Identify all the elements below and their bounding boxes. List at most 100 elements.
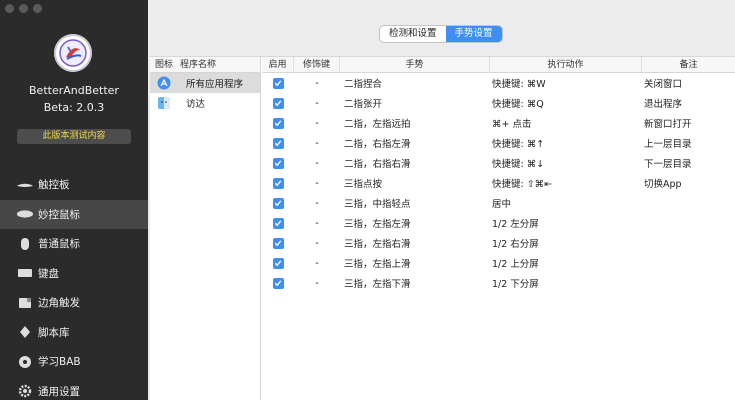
gesture-cell: 三指点按 (344, 179, 383, 190)
action-cell: 1/2 右分屏 (492, 239, 539, 250)
app-list-item[interactable]: 访达 (150, 93, 260, 113)
action-cell: 快捷键: ⌘↑ (492, 139, 545, 150)
table-row: - 二指，右指左滑 快捷键: ⌘↑ 上一层目录 (262, 133, 735, 153)
app-version: Beta: 2.0.3 (43, 101, 105, 114)
note-cell: 退出程序 (644, 99, 683, 110)
checkmark-icon (274, 220, 282, 227)
enabled-checkbox[interactable] (272, 157, 284, 169)
enabled-checkbox[interactable] (272, 237, 284, 249)
close-window-button[interactable] (5, 4, 14, 13)
sidebar-item-1[interactable]: 妙控鼠标 (0, 199, 148, 229)
gesture-cell: 二指张开 (344, 99, 383, 110)
gesture-cell: 三指，左指下滑 (344, 279, 411, 290)
sidebar: BetterAndBetter Beta: 2.0.3 此版本测试内容 触控板妙… (0, 0, 148, 400)
checkmark-icon (274, 80, 282, 87)
sidebar-item-0[interactable]: 触控板 (0, 170, 148, 200)
sidebar-item-label: 通用设置 (38, 385, 80, 398)
enabled-cell (262, 217, 294, 229)
modifier-cell: - (315, 217, 319, 229)
enabled-checkbox[interactable] (272, 217, 284, 229)
gear-icon (16, 384, 34, 398)
enabled-checkbox[interactable] (272, 197, 284, 209)
enabled-cell (262, 77, 294, 89)
table-row: - 三指，左指下滑 1/2 下分屏 (262, 273, 735, 293)
gesture-cell: 三指，左指右滑 (344, 239, 411, 250)
gesture-cell: 三指，左指上滑 (344, 259, 411, 270)
modifier-cell: - (315, 197, 319, 209)
checkmark-icon (274, 280, 282, 287)
enabled-cell (262, 177, 294, 189)
enabled-checkbox[interactable] (272, 277, 284, 289)
modifier-cell: - (315, 237, 319, 249)
header-modifier: 修饰键 (294, 57, 340, 72)
note-cell: 切换App (644, 179, 682, 190)
modifier-cell: - (315, 157, 319, 169)
modifier-cell: - (315, 257, 319, 269)
tab-1[interactable]: 手势设置 (445, 26, 502, 42)
tab-bar: 检测和设置 手势设置 (380, 26, 502, 42)
modifier-cell: - (315, 177, 319, 189)
table-row: - 二指，左指远拍 ⌘+ 点击 新窗口打开 (262, 113, 735, 133)
sidebar-item-7[interactable]: 通用设置 (0, 377, 148, 400)
sidebar-item-label: 学习BAB (38, 356, 81, 369)
enabled-checkbox[interactable] (272, 117, 284, 129)
table-row: - 三指点按 快捷键: ⇧⌘⇤ 切换App (262, 173, 735, 193)
enabled-checkbox[interactable] (272, 97, 284, 109)
sidebar-item-6[interactable]: 学习BAB (0, 347, 148, 377)
modifier-cell: - (315, 77, 319, 89)
note-cell: 下一层目录 (644, 159, 692, 170)
minimize-window-button[interactable] (19, 4, 28, 13)
modifier-cell: - (315, 277, 319, 289)
tab-0[interactable]: 检测和设置 (380, 26, 446, 42)
table-row: - 三指，左指上滑 1/2 上分屏 (262, 253, 735, 273)
checkmark-icon (274, 240, 282, 247)
enabled-checkbox[interactable] (272, 257, 284, 269)
action-cell: 快捷键: ⌘↓ (492, 159, 545, 170)
sidebar-item-label: 触控板 (38, 179, 70, 192)
note-cell: 关闭窗口 (644, 79, 683, 90)
app-name: BetterAndBetter (29, 84, 119, 97)
enabled-cell (262, 277, 294, 289)
sidebar-item-label: 脚本库 (38, 326, 70, 339)
app-list-item[interactable]: 所有应用程序 (150, 73, 260, 93)
action-cell: 1/2 左分屏 (492, 219, 539, 230)
corner-icon (16, 296, 34, 310)
table-row: - 二指，右指右滑 快捷键: ⌘↓ 下一层目录 (262, 153, 735, 173)
gesture-cell: 二指捏合 (344, 79, 383, 90)
app-logo-icon (54, 34, 92, 72)
action-cell: 1/2 上分屏 (492, 259, 539, 270)
beta-content-button[interactable]: 此版本测试内容 (17, 129, 131, 144)
finder-icon (150, 96, 178, 110)
modifier-cell: - (315, 97, 319, 109)
gesture-cell: 三指，中指轻点 (344, 199, 411, 210)
main-area: 检测和设置 手势设置 图标 程序名称 所有应用程序 访达 启用 修饰键 手势 执行动… (148, 0, 735, 400)
table-row: - 三指，中指轻点 居中 (262, 193, 735, 213)
header-note: 备注 (679, 60, 698, 70)
sidebar-item-3[interactable]: 键盘 (0, 259, 148, 289)
sidebar-item-4[interactable]: 边角触发 (0, 288, 148, 318)
enabled-cell (262, 157, 294, 169)
enabled-cell (262, 137, 294, 149)
zoom-window-button[interactable] (33, 4, 42, 13)
window-controls (5, 4, 42, 13)
note-cell: 上一层目录 (644, 139, 692, 150)
enabled-checkbox[interactable] (272, 137, 284, 149)
sidebar-item-2[interactable]: 普通鼠标 (0, 229, 148, 259)
enabled-cell (262, 257, 294, 269)
gesture-cell: 二指，左指远拍 (344, 119, 411, 130)
table-row: - 二指张开 快捷键: ⌘Q 退出程序 (262, 93, 735, 113)
enabled-checkbox[interactable] (272, 77, 284, 89)
gesture-table-header: 启用 修饰键 手势 执行动作 备注 (262, 57, 735, 73)
action-cell: ⌘+ 点击 (492, 119, 532, 130)
keyboard-icon (16, 266, 34, 280)
checkmark-icon (274, 160, 282, 167)
action-cell: 快捷键: ⌘Q (492, 99, 544, 110)
sidebar-item-5[interactable]: 脚本库 (0, 318, 148, 348)
enabled-checkbox[interactable] (272, 177, 284, 189)
settings-panel: 图标 程序名称 所有应用程序 访达 启用 修饰键 手势 执行动作 备注 - 二指捏合… (150, 56, 735, 400)
sidebar-item-label: 妙控鼠标 (38, 208, 80, 221)
sidebar-item-label: 边角触发 (38, 297, 80, 310)
table-row: - 三指，左指左滑 1/2 左分屏 (262, 213, 735, 233)
action-cell: 快捷键: ⇧⌘⇤ (492, 179, 553, 190)
note-cell: 新窗口打开 (644, 119, 692, 130)
